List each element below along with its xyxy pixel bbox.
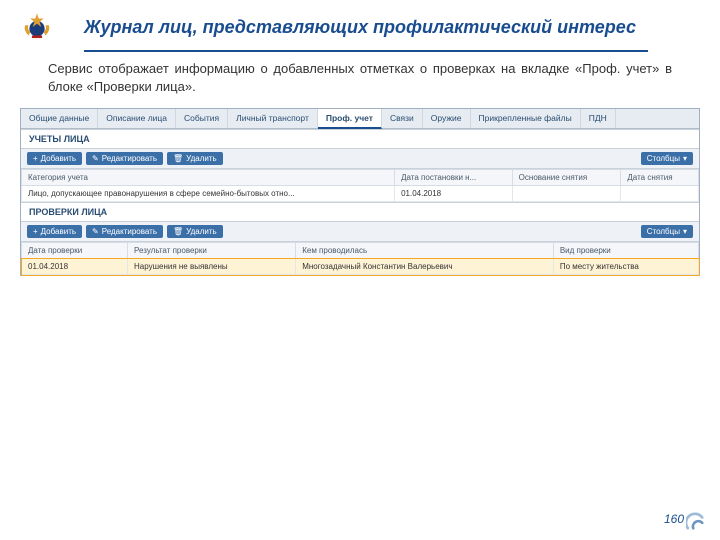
add-button[interactable]: + Добавить (27, 152, 82, 165)
description-text: Сервис отображает информацию о добавленн… (0, 60, 720, 108)
edit-label: Редактировать (102, 154, 157, 163)
section-title-uchety: УЧЕТЫ ЛИЦА (21, 130, 699, 149)
column-header[interactable]: Основание снятия (512, 170, 621, 186)
columns-label: Столбцы (647, 154, 680, 163)
table-row[interactable]: Лицо, допускающее правонарушения в сфере… (22, 186, 699, 202)
add-label: Добавить (41, 227, 76, 236)
tab-5[interactable]: Связи (382, 109, 423, 128)
columns-button[interactable]: Столбцы ▾ (641, 225, 693, 238)
columns-button[interactable]: Столбцы ▾ (641, 152, 693, 165)
tab-1[interactable]: Описание лица (98, 109, 176, 128)
tab-0[interactable]: Общие данные (21, 109, 98, 128)
toolbar-proverki: + Добавить ✎ Редактировать 🗑 Удалить Сто… (21, 222, 699, 242)
plus-icon: + (33, 228, 38, 236)
toolbar-uchety: + Добавить ✎ Редактировать 🗑 Удалить Сто… (21, 149, 699, 169)
section-proverki: ПРОВЕРКИ ЛИЦА + Добавить ✎ Редактировать… (21, 202, 699, 275)
column-header[interactable]: Результат проверки (127, 243, 295, 259)
column-header[interactable]: Дата проверки (22, 243, 128, 259)
trash-icon: 🗑 (173, 155, 183, 163)
add-button[interactable]: + Добавить (27, 225, 82, 238)
tab-6[interactable]: Оружие (423, 109, 471, 128)
tab-bar: Общие данныеОписание лицаСобытияЛичный т… (21, 109, 699, 129)
app-screenshot: Общие данныеОписание лицаСобытияЛичный т… (20, 108, 700, 276)
emblem-icon (20, 10, 54, 44)
edit-button[interactable]: ✎ Редактировать (86, 225, 163, 238)
tab-8[interactable]: ПДН (581, 109, 616, 128)
title-underline (84, 50, 648, 52)
columns-label: Столбцы (647, 227, 680, 236)
chevron-down-icon: ▾ (683, 228, 687, 236)
delete-label: Удалить (186, 227, 217, 236)
delete-button[interactable]: 🗑 Удалить (167, 225, 223, 238)
section-uchety: УЧЕТЫ ЛИЦА + Добавить ✎ Редактировать 🗑 … (21, 129, 699, 202)
delete-button[interactable]: 🗑 Удалить (167, 152, 223, 165)
pencil-icon: ✎ (92, 155, 99, 163)
chevron-down-icon: ▾ (683, 155, 687, 163)
column-header[interactable]: Кем проводилась (296, 243, 554, 259)
column-header[interactable]: Дата снятия (621, 170, 699, 186)
table-cell: 01.04.2018 (395, 186, 513, 202)
column-header[interactable]: Вид проверки (553, 243, 698, 259)
tab-7[interactable]: Прикрепленные файлы (471, 109, 581, 128)
section-title-proverki: ПРОВЕРКИ ЛИЦА (21, 203, 699, 222)
edit-button[interactable]: ✎ Редактировать (86, 152, 163, 165)
table-cell: Лицо, допускающее правонарушения в сфере… (22, 186, 395, 202)
tab-3[interactable]: Личный транспорт (228, 109, 318, 128)
table-cell (512, 186, 621, 202)
table-cell: Многозадачный Константин Валерьевич (296, 259, 554, 275)
table-uchety: Категория учетаДата постановки н...Основ… (21, 169, 699, 202)
table-cell: По месту жительства (553, 259, 698, 275)
plus-icon: + (33, 155, 38, 163)
tab-4[interactable]: Проф. учет (318, 109, 382, 129)
table-proverki: Дата проверкиРезультат проверкиКем прово… (21, 242, 699, 275)
column-header[interactable]: Дата постановки н... (395, 170, 513, 186)
edit-label: Редактировать (102, 227, 157, 236)
table-cell (621, 186, 699, 202)
page-title: Журнал лиц, представляющих профилактичес… (84, 17, 636, 38)
page-arc-icon (686, 512, 704, 530)
table-cell: Нарушения не выявлены (127, 259, 295, 275)
trash-icon: 🗑 (173, 228, 183, 236)
page-number: 160 (664, 512, 684, 526)
tab-2[interactable]: События (176, 109, 228, 128)
table-row[interactable]: 01.04.2018Нарушения не выявленыМногозада… (22, 259, 699, 275)
table-cell: 01.04.2018 (22, 259, 128, 275)
add-label: Добавить (41, 154, 76, 163)
pencil-icon: ✎ (92, 228, 99, 236)
delete-label: Удалить (186, 154, 217, 163)
column-header[interactable]: Категория учета (22, 170, 395, 186)
